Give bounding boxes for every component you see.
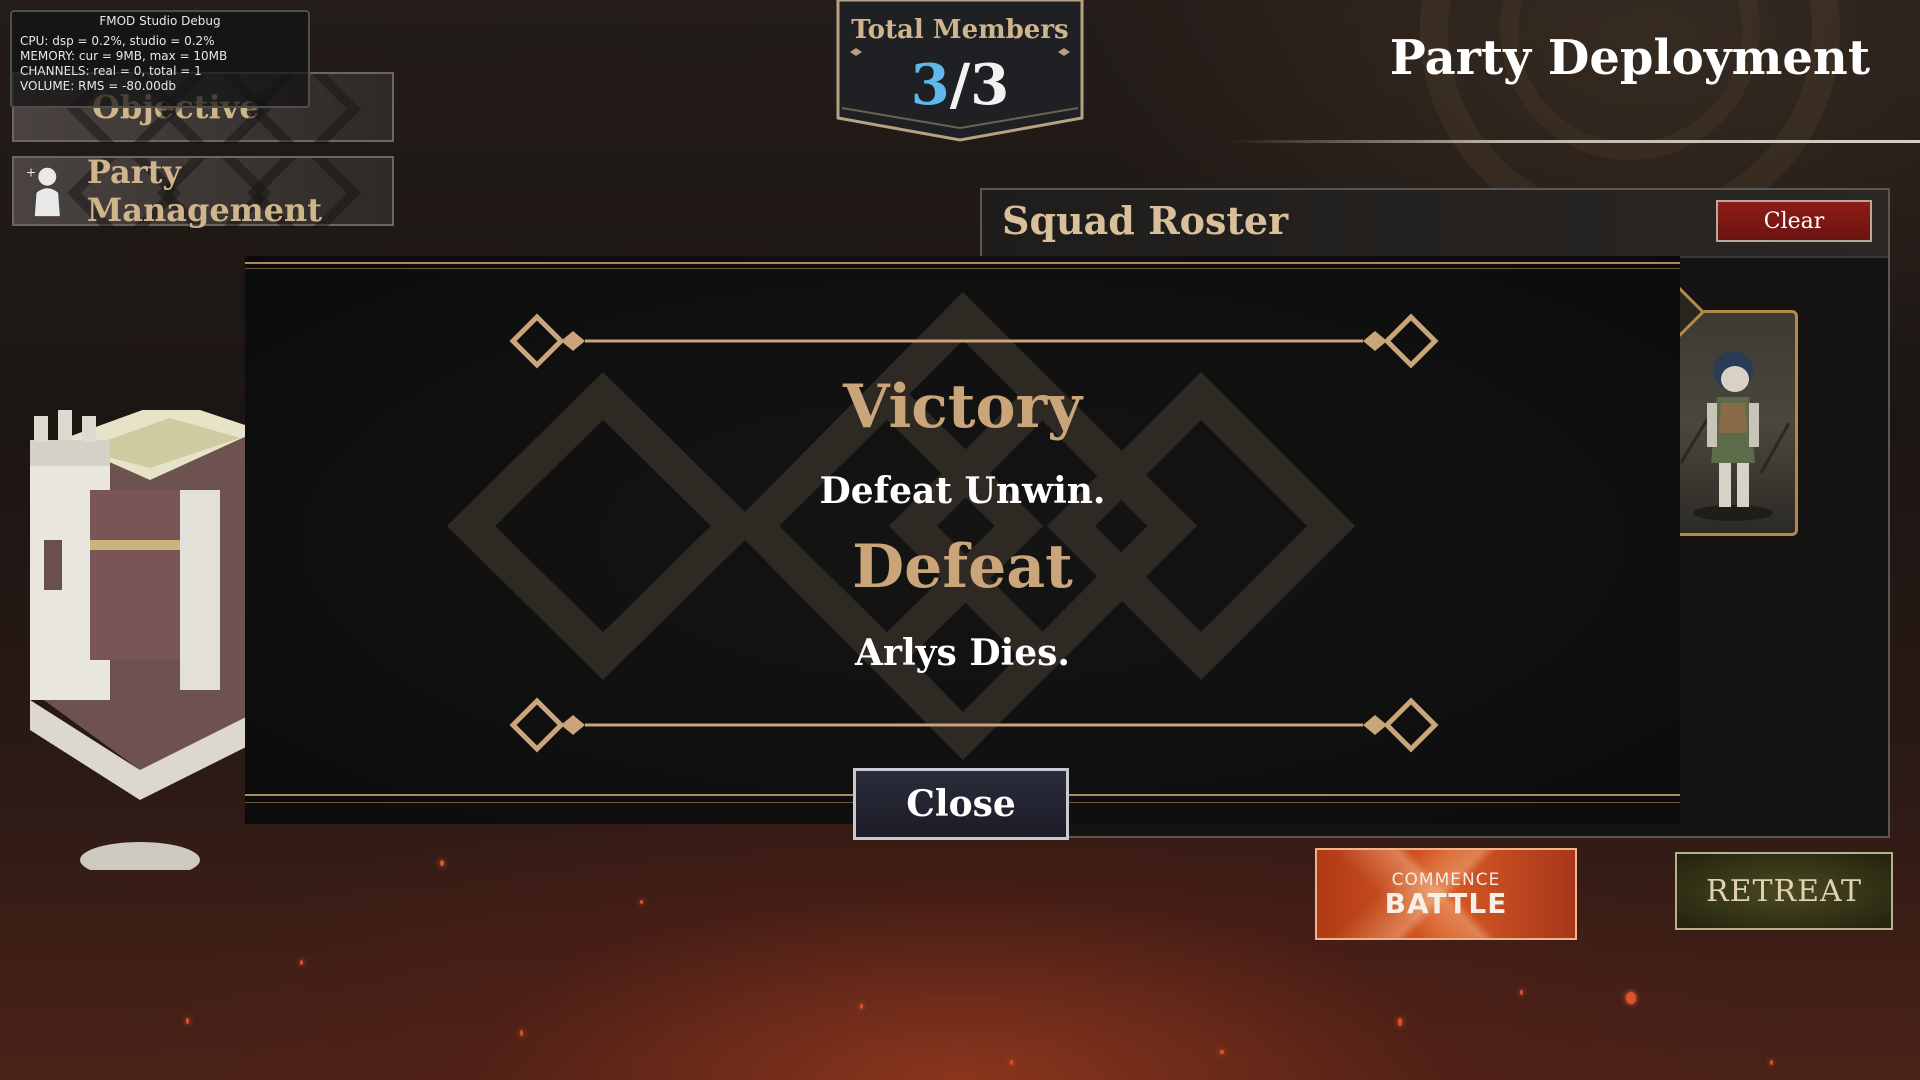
person-icon: + <box>26 165 60 217</box>
victory-condition: Defeat Unwin. <box>819 470 1106 512</box>
svg-text:+: + <box>26 165 37 180</box>
members-separator: / <box>949 52 971 118</box>
squad-roster-header: Squad Roster Clear <box>982 190 1888 258</box>
modal-top-rule <box>245 262 1680 264</box>
game-screen: Objective + Party Management FMOD Studio… <box>0 0 1920 1080</box>
modal-top-rule-inner <box>245 268 1680 269</box>
unit-card-arlys[interactable] <box>1668 310 1798 536</box>
debug-line-memory: MEMORY: cur = 9MB, max = 10MB <box>20 49 228 63</box>
debug-line-channels: CHANNELS: real = 0, total = 1 <box>20 64 202 78</box>
commence-battle-line2: BATTLE <box>1384 887 1508 920</box>
total-members-count: 3/3 <box>836 52 1084 118</box>
tab-party-management-label: Party Management <box>86 153 322 229</box>
ornament-top <box>509 313 1439 369</box>
clear-button[interactable]: Clear <box>1716 200 1872 242</box>
total-members-label: Total Members <box>851 15 1069 45</box>
castle-model <box>30 410 260 870</box>
retreat-button[interactable]: RETREAT <box>1675 852 1893 930</box>
ornament-bottom <box>509 697 1439 753</box>
close-button[interactable]: Close <box>853 768 1069 840</box>
debug-line-volume: VOLUME: RMS = -80.00db <box>20 79 177 93</box>
commence-battle-button[interactable]: COMMENCE BATTLE <box>1315 848 1577 940</box>
debug-line-cpu: CPU: dsp = 0.2%, studio = 0.2% <box>20 34 215 48</box>
page-title: Party Deployment <box>1389 30 1870 86</box>
character-portrait <box>1679 351 1791 521</box>
total-members-banner: Total Members 3/3 <box>836 0 1084 142</box>
members-max: 3 <box>970 52 1010 118</box>
tab-party-management[interactable]: + Party Management <box>12 153 394 229</box>
victory-heading: Victory <box>842 372 1083 442</box>
title-divider <box>1230 140 1920 143</box>
objective-modal: Victory Defeat Unwin. Defeat Arlys Dies.… <box>245 256 1680 840</box>
defeat-condition: Arlys Dies. <box>855 632 1070 674</box>
members-current: 3 <box>910 52 950 118</box>
defeat-heading: Defeat <box>852 532 1073 602</box>
debug-title: FMOD Studio Debug <box>99 14 221 28</box>
squad-roster-title: Squad Roster <box>1002 198 1289 243</box>
fmod-debug-overlay: FMOD Studio Debug CPU: dsp = 0.2%, studi… <box>10 10 310 108</box>
